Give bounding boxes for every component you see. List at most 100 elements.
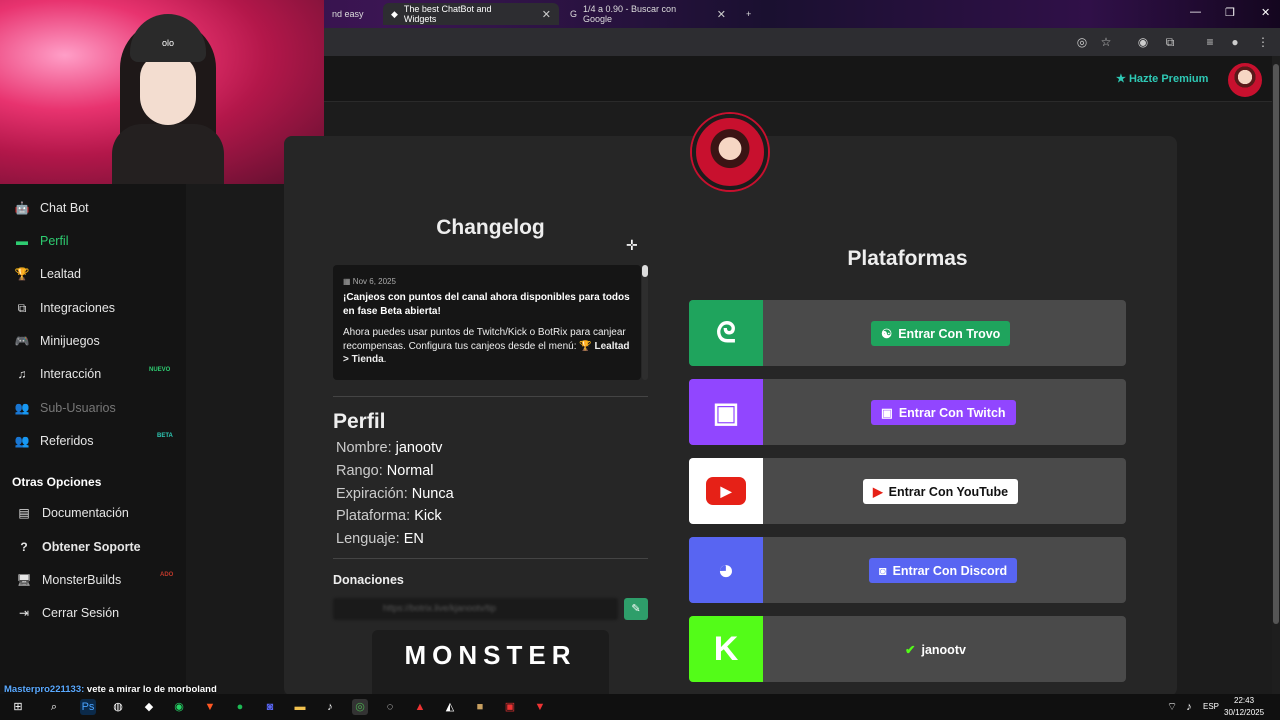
integration-icon: ⧉ bbox=[17, 300, 27, 315]
twitch-icon: ▣ bbox=[689, 379, 763, 445]
discord-icon[interactable]: ◙ bbox=[262, 699, 278, 715]
taskbar bbox=[0, 694, 1280, 720]
referral-icon: 👥 bbox=[14, 434, 30, 448]
minimize-icon[interactable]: — bbox=[1190, 6, 1201, 18]
maximize-icon[interactable]: ❐ bbox=[1225, 6, 1235, 19]
platform-discord: ◕ ◙ Entrar Con Discord bbox=[689, 537, 1126, 603]
profile-icon[interactable]: ● bbox=[1228, 35, 1242, 49]
changelog-box[interactable]: ▦ Nov 6, 2025 ¡Canjeos con puntos del ca… bbox=[333, 265, 641, 380]
photoshop-icon[interactable]: Ps bbox=[80, 699, 96, 715]
close-icon[interactable]: ✕ bbox=[542, 8, 551, 21]
clock[interactable]: 22:43 30/12/2025 bbox=[1224, 695, 1264, 719]
changelog-scrollbar[interactable] bbox=[642, 265, 648, 380]
donations-label: Donaciones bbox=[333, 573, 404, 587]
sidebar-item-sub-usuarios[interactable]: 👥 Sub-Usuarios bbox=[14, 398, 116, 418]
twitch-login-button[interactable]: ▣ Entrar Con Twitch bbox=[871, 400, 1016, 425]
edit-donations-button[interactable]: ✎ bbox=[624, 598, 648, 620]
sidebar-item-lealtad[interactable]: 🏆 Lealtad bbox=[14, 264, 82, 284]
star-icon: ★ bbox=[1116, 73, 1126, 85]
sidebar-item-perfil[interactable]: ▬ Perfil bbox=[14, 231, 68, 251]
eye-off-icon[interactable]: ◎ bbox=[1075, 35, 1089, 49]
volume-icon[interactable]: ♪ bbox=[1181, 699, 1197, 715]
platform-trovo: ᘓ ☯ Entrar Con Trovo bbox=[689, 300, 1126, 366]
ad-badge: ADO bbox=[160, 572, 174, 578]
profile-title: Perfil bbox=[333, 410, 386, 433]
profile-row-expiration: Expiración: Nunca bbox=[336, 486, 454, 502]
obs-icon[interactable]: ◌ bbox=[382, 699, 398, 715]
media-icon[interactable]: ≡ bbox=[1203, 35, 1217, 49]
trophy-icon: 🏆 bbox=[14, 267, 30, 281]
close-window-icon[interactable]: ✕ bbox=[1261, 6, 1270, 19]
sidebar-item-logout[interactable]: ⇥ Cerrar Sesión bbox=[16, 603, 119, 623]
sidebar-item-minijuegos[interactable]: 🎮 Minijuegos bbox=[14, 331, 100, 351]
tab-3[interactable]: G 1/4 a 0.90 - Buscar con Google ✕ bbox=[562, 3, 734, 25]
app-icon[interactable]: ◆ bbox=[141, 699, 157, 715]
docs-icon: ▤ bbox=[18, 506, 30, 520]
sidebar-item-referidos[interactable]: 👥 Referidos bbox=[14, 431, 94, 451]
logout-icon: ⇥ bbox=[18, 606, 30, 620]
tab-2[interactable]: ◆ The best ChatBot and Widgets ✕ bbox=[383, 3, 559, 25]
webcam-overlay: olo bbox=[0, 0, 324, 184]
language-indicator[interactable]: ESP bbox=[1203, 702, 1219, 711]
divider bbox=[333, 558, 648, 559]
pencil-icon: ✎ bbox=[631, 603, 641, 615]
donations-url-field[interactable]: https://botrix.live/kjanootv/tip bbox=[333, 598, 618, 620]
game-icon[interactable]: ▲ bbox=[412, 699, 428, 715]
steam-icon[interactable]: ◍ bbox=[110, 699, 126, 715]
sidebar-item-soporte[interactable]: ? Obtener Soporte bbox=[16, 537, 140, 557]
windows-start-icon[interactable]: ⊞ bbox=[10, 699, 26, 715]
sidebar-item-interaccion[interactable]: ♫ Interacción bbox=[14, 364, 102, 384]
robot-icon: 🤖 bbox=[14, 201, 30, 215]
discord-login-button[interactable]: ◙ Entrar Con Discord bbox=[869, 558, 1018, 583]
chrome-icon[interactable]: ◎ bbox=[352, 699, 368, 715]
tiktok-icon[interactable]: ♪ bbox=[322, 699, 338, 715]
page-scrollbar[interactable] bbox=[1272, 56, 1280, 694]
whatsapp-icon[interactable]: ◉ bbox=[171, 699, 187, 715]
user-avatar[interactable] bbox=[1228, 63, 1262, 97]
bookmark-star-icon[interactable]: ☆ bbox=[1099, 35, 1113, 49]
premium-link[interactable]: ★ Hazte Premium bbox=[1116, 72, 1208, 85]
calendar-icon: ▦ bbox=[343, 277, 351, 286]
sidebar-item-integraciones[interactable]: ⧉ Integraciones bbox=[14, 298, 115, 318]
discord-icon: ◕ bbox=[689, 537, 763, 603]
puzzle-icon[interactable]: ⧉ bbox=[1163, 35, 1177, 49]
spotify-icon[interactable]: ● bbox=[232, 699, 248, 715]
kick-connected-account: ✔ janootv bbox=[905, 642, 966, 658]
sidebar-item-documentacion[interactable]: ▤ Documentación bbox=[16, 503, 129, 523]
help-icon: ? bbox=[20, 540, 28, 554]
profile-row-language: Lenguaje: EN bbox=[336, 531, 424, 547]
trovo-icon: ☯ bbox=[881, 327, 893, 341]
trovo-login-button[interactable]: ☯ Entrar Con Trovo bbox=[871, 321, 1011, 346]
youtube-login-button[interactable]: ▶ Entrar Con YouTube bbox=[863, 479, 1019, 504]
tab-favicon-icon: ◆ bbox=[391, 8, 398, 19]
app4-icon[interactable]: ▼ bbox=[532, 699, 548, 715]
minecraft-icon[interactable]: ■ bbox=[472, 699, 488, 715]
monster-logo: MONSTER bbox=[372, 630, 609, 694]
youtube-icon: ▶ bbox=[689, 458, 763, 524]
extension-icon[interactable]: ◉ bbox=[1136, 35, 1150, 49]
brave-icon[interactable]: ▼ bbox=[202, 699, 218, 715]
changelog-body: Ahora puedes usar puntos de Twitch/Kick … bbox=[343, 327, 630, 365]
tab-title: nd easy bbox=[332, 9, 364, 19]
other-options-heading: Otras Opciones bbox=[12, 475, 102, 489]
changelog-title: Changelog bbox=[436, 216, 545, 239]
sidebar-item-monsterbuilds[interactable]: 🖥 MonsterBuilds bbox=[16, 570, 121, 590]
kick-icon: K bbox=[689, 616, 763, 682]
folder-icon[interactable]: ▬ bbox=[292, 699, 308, 715]
changelog-scroll-thumb[interactable] bbox=[642, 265, 648, 277]
page-scroll-thumb[interactable] bbox=[1273, 64, 1279, 624]
app2-icon[interactable]: ◭ bbox=[442, 699, 458, 715]
search-icon[interactable]: ⌕ bbox=[46, 699, 62, 715]
id-card-icon: ▬ bbox=[16, 234, 28, 248]
sidebar-item-chat-bot[interactable]: 🤖 Chat Bot bbox=[14, 198, 89, 218]
profile-row-rank: Rango: Normal bbox=[336, 463, 434, 479]
users-icon: 👥 bbox=[14, 401, 30, 415]
app3-icon[interactable]: ▣ bbox=[502, 699, 518, 715]
changelog-date: ▦ Nov 6, 2025 bbox=[343, 277, 396, 286]
close-icon[interactable]: ✕ bbox=[717, 8, 726, 21]
profile-row-name: Nombre: janootv bbox=[336, 440, 443, 456]
changelog-headline: ¡Canjeos con puntos del canal ahora disp… bbox=[343, 292, 630, 317]
menu-icon[interactable]: ⋮ bbox=[1256, 35, 1270, 49]
wifi-icon[interactable]: ⌔ bbox=[1164, 699, 1180, 715]
new-tab-button[interactable]: + bbox=[738, 3, 759, 25]
